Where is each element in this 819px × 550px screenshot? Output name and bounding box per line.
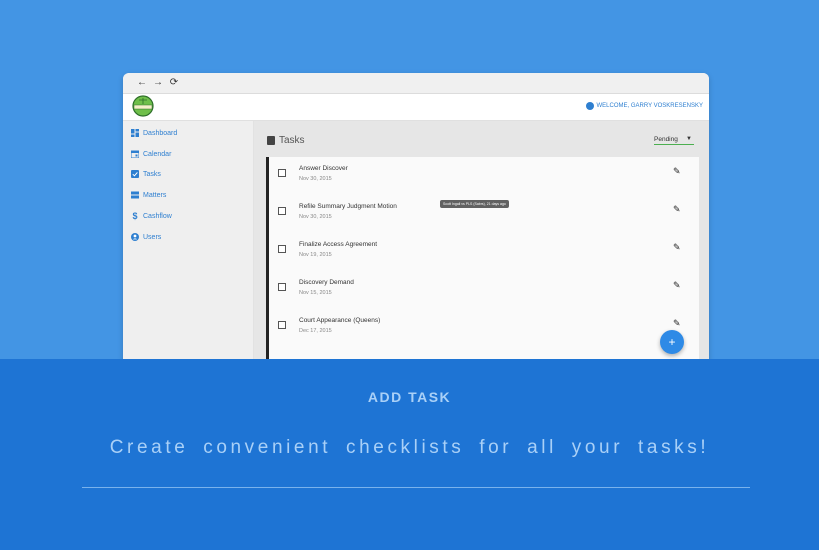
back-arrow-icon[interactable]: ←	[136, 77, 148, 89]
sidebar-item-calendar[interactable]: Calendar	[131, 148, 171, 160]
task-row: Discovery Demand Nov 15, 2015 ✎	[269, 271, 699, 309]
task-row: Finalize Access Agreement Nov 19, 2015 ✎	[269, 233, 699, 271]
task-date: Nov 30, 2015	[299, 214, 332, 220]
main-content: Tasks Pending ▼ Answer Discover Nov 30, …	[254, 121, 709, 373]
task-date: Nov 30, 2015	[299, 176, 332, 182]
calendar-icon	[131, 150, 139, 158]
matters-icon	[131, 191, 139, 199]
task-date: Nov 15, 2015	[299, 290, 332, 296]
task-title: Court Appearance (Queens)	[299, 317, 381, 324]
sidebar-item-matters[interactable]: Matters	[131, 189, 166, 201]
account-icon	[585, 102, 594, 110]
task-date: Nov 19, 2015	[299, 252, 332, 258]
edit-pencil-icon[interactable]: ✎	[673, 166, 681, 177]
sidebar-item-users[interactable]: Users	[131, 231, 161, 243]
promo-subtitle: Create convenient checklists for all you…	[109, 437, 710, 458]
divider	[82, 487, 750, 488]
task-list: Answer Discover Nov 30, 2015 ✎ Refile Su…	[266, 157, 699, 373]
sidebar-item-cashflow[interactable]: $ Cashflow	[131, 210, 172, 222]
browser-toolbar: ← → ⟳	[123, 73, 709, 94]
task-title: Finalize Access Agreement	[299, 241, 378, 248]
task-row: Court Appearance (Queens) Dec 17, 2015 ✎	[269, 309, 699, 347]
task-checkbox[interactable]	[278, 321, 286, 329]
task-date: Dec 17, 2015	[299, 328, 332, 334]
dashboard-icon	[131, 129, 139, 137]
edit-pencil-icon[interactable]: ✎	[673, 204, 681, 215]
browser-window: ← → ⟳ WELCOME, GARRY VOSKRESENSKY Dashbo…	[123, 73, 709, 373]
task-checkbox[interactable]	[278, 245, 286, 253]
task-title: Discovery Demand	[299, 279, 354, 286]
sidebar-item-label: Cashflow	[143, 212, 172, 220]
reload-icon[interactable]: ⟳	[168, 77, 180, 89]
welcome-user[interactable]: WELCOME, GARRY VOSKRESENSKY	[585, 102, 703, 110]
dollar-icon: $	[132, 211, 138, 221]
promo-heading: ADD TASK	[367, 389, 452, 405]
task-title: Answer Discover	[299, 165, 348, 172]
forward-arrow-icon[interactable]: →	[152, 77, 164, 89]
logo-icon[interactable]	[129, 94, 157, 118]
status-filter-select[interactable]: Pending ▼	[654, 136, 694, 145]
sidebar-item-label: Matters	[143, 191, 167, 199]
sidebar-item-label: Calendar	[143, 150, 172, 158]
task-checkbox[interactable]	[278, 283, 286, 291]
app-header: WELCOME, GARRY VOSKRESENSKY	[123, 94, 709, 121]
sidebar-item-label: Dashboard	[143, 129, 178, 137]
status-filter-value: Pending	[654, 136, 678, 143]
sidebar-item-label: Users	[143, 233, 162, 241]
page-title: Tasks	[267, 135, 305, 146]
task-checkbox[interactable]	[278, 169, 286, 177]
promo-banner: ADD TASK Create convenient checklists fo…	[0, 359, 819, 550]
user-icon	[131, 233, 139, 241]
edit-pencil-icon[interactable]: ✎	[673, 280, 681, 291]
add-task-fab-button[interactable]: +	[660, 330, 684, 354]
page-title-text: Tasks	[279, 135, 305, 146]
task-tooltip: Scott Ingall vs PLS (Sabrs), 21 days ago	[440, 200, 509, 208]
task-row: Answer Discover Nov 30, 2015 ✎	[269, 157, 699, 195]
sidebar-item-dashboard[interactable]: Dashboard	[131, 127, 177, 139]
sidebar-item-tasks[interactable]: Tasks	[131, 168, 161, 180]
task-title: Refile Summary Judgment Motion	[299, 203, 397, 210]
welcome-text: WELCOME, GARRY VOSKRESENSKY	[596, 103, 703, 109]
edit-pencil-icon[interactable]: ✎	[673, 318, 681, 329]
sidebar-item-label: Tasks	[143, 170, 161, 178]
sidebar: Dashboard Calendar Tasks Matters $ Cashf…	[123, 121, 254, 373]
tasks-icon	[131, 170, 139, 178]
task-checkbox[interactable]	[278, 207, 286, 215]
edit-pencil-icon[interactable]: ✎	[673, 242, 681, 253]
chevron-down-icon: ▼	[686, 136, 692, 142]
clipboard-icon	[267, 136, 275, 145]
